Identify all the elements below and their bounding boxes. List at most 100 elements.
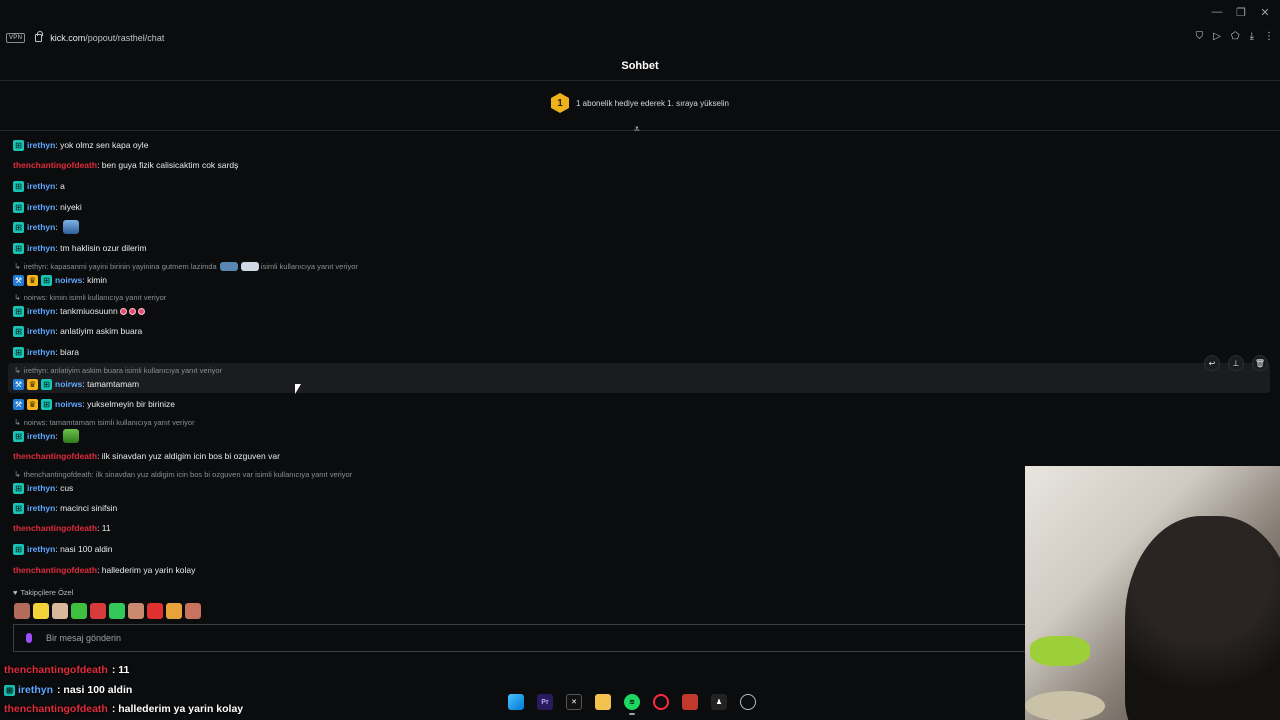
chat-message[interactable]: ⊞ irethyn: xyxy=(13,220,80,234)
username[interactable]: irethyn xyxy=(27,326,55,336)
app-icon[interactable]: ♟ xyxy=(711,694,727,710)
sub-badge-icon: ⊞ xyxy=(13,346,24,358)
reply-context[interactable]: ↳ noirws: tamamtamam isimli kullanıcıya … xyxy=(14,418,195,427)
username[interactable]: noirws xyxy=(55,275,82,285)
username[interactable]: irethyn xyxy=(27,181,55,191)
message-input[interactable] xyxy=(46,633,946,643)
chat-message[interactable]: ⚒ ♛ ⊞ noirws: yukselmeyin bir birinize xyxy=(13,397,175,411)
username[interactable]: irethyn xyxy=(27,431,55,441)
message-text: anlatiyim askim buara xyxy=(60,326,143,336)
reply-context[interactable]: ↳ irethyn: kapasanmi yayini birinin yayi… xyxy=(14,262,358,271)
username[interactable]: irethyn xyxy=(27,202,55,212)
close-icon[interactable]: ✕ xyxy=(1258,6,1272,19)
delete-icon[interactable]: 🗑 xyxy=(1252,355,1268,371)
username[interactable]: noirws xyxy=(55,399,82,409)
username[interactable]: thenchantingofdeath xyxy=(13,565,97,575)
chat-message[interactable]: ⊞ irethyn: tm haklisin ozur dilerim xyxy=(13,241,147,255)
sub-badge-icon: ⊞ xyxy=(41,378,52,390)
username[interactable]: noirws xyxy=(55,379,82,389)
reply-context[interactable]: ↳ noirws: kimin isimli kullanıcıya yanıt… xyxy=(14,293,166,302)
username[interactable]: irethyn xyxy=(27,222,55,232)
chat-message[interactable]: ⊞ irethyn: xyxy=(13,429,80,443)
chat-message[interactable]: ⚒ ♛ ⊞ noirws: tamamtamam xyxy=(13,377,139,391)
emote-icon[interactable] xyxy=(109,603,125,619)
extensions-icon[interactable]: ⬠ xyxy=(1231,31,1240,42)
emote-icon[interactable] xyxy=(128,603,144,619)
emote-icon[interactable] xyxy=(147,603,163,619)
premiere-icon[interactable]: Pr xyxy=(537,694,553,710)
emote-icon[interactable] xyxy=(14,603,30,619)
message-text: niyeki xyxy=(60,202,82,212)
chat-message[interactable]: thenchantingofdeath: ben guya fizik cali… xyxy=(13,158,238,172)
emote-icon[interactable] xyxy=(90,603,106,619)
microphone-icon[interactable] xyxy=(26,633,32,643)
emote-icon[interactable] xyxy=(166,603,182,619)
sub-gift-banner[interactable]: 1 1 abonelik hediye ederek 1. sıraya yük… xyxy=(0,92,1280,114)
reply-context[interactable]: ↳ thenchantingofdeath: ilk sinavdan yuz … xyxy=(14,470,352,479)
rank-hex-icon: 1 xyxy=(551,93,569,113)
chat-message[interactable]: ⚒ ♛ ⊞ noirws: kimin xyxy=(13,273,107,287)
pickaxe-badge-icon: ⚒ xyxy=(13,398,24,410)
username[interactable]: irethyn xyxy=(27,503,55,513)
menu-icon[interactable]: ⋮ xyxy=(1264,31,1274,42)
username[interactable]: irethyn xyxy=(27,306,55,316)
chat-message[interactable]: ⊞ irethyn: niyeki xyxy=(13,200,82,214)
emote-icon[interactable] xyxy=(63,220,80,234)
chat-input-box[interactable] xyxy=(13,624,1025,652)
username[interactable]: thenchantingofdeath xyxy=(13,451,97,461)
emote-icon[interactable] xyxy=(52,603,68,619)
message-text: biara xyxy=(60,347,79,357)
username[interactable]: irethyn xyxy=(27,483,55,493)
overlay-message: thenchantingofdeath: 11 xyxy=(4,664,130,676)
vpn-badge[interactable]: VPN xyxy=(6,33,26,43)
username[interactable]: thenchantingofdeath xyxy=(13,523,97,533)
restore-icon[interactable]: ❐ xyxy=(1234,6,1248,19)
mouse-cursor-icon xyxy=(295,384,301,394)
chat-message[interactable]: ⊞ irethyn: biara xyxy=(13,345,79,359)
download-icon[interactable]: ⤓ xyxy=(1250,31,1254,42)
sub-badge-icon: ⊞ xyxy=(13,325,24,337)
emote-icon[interactable] xyxy=(33,603,49,619)
pin-icon[interactable]: ⊥ xyxy=(1228,355,1244,371)
obs-icon[interactable] xyxy=(740,694,756,710)
reply-context[interactable]: ↳ irethyn: anlatiyim askim buara isimli … xyxy=(14,366,222,375)
chat-message[interactable]: ⊞ irethyn: a xyxy=(13,179,65,193)
url-text[interactable]: kick.com/popout/rasthel/chat xyxy=(50,33,164,43)
emote-icon[interactable] xyxy=(63,429,80,443)
chat-message[interactable]: ⊞ irethyn: cus xyxy=(13,481,73,495)
opera-icon[interactable] xyxy=(653,694,669,710)
message-text: kimin xyxy=(87,275,107,285)
username[interactable]: thenchantingofdeath xyxy=(13,160,97,170)
app-icon[interactable] xyxy=(682,694,698,710)
username[interactable]: irethyn xyxy=(27,544,55,554)
capcut-icon[interactable]: ✕ xyxy=(566,694,582,710)
chat-message[interactable]: thenchantingofdeath: ilk sinavdan yuz al… xyxy=(13,449,280,463)
chat-message[interactable]: ⊞ irethyn: tankmiuosuunn xyxy=(13,304,145,318)
shield-icon[interactable]: ⛉ xyxy=(1196,31,1204,42)
chat-message[interactable]: thenchantingofdeath: hallederim ya yarin… xyxy=(13,563,195,577)
address-bar[interactable]: VPN kick.com/popout/rasthel/chat ⛉ ▷ ⬠ ⤓… xyxy=(0,28,1280,48)
reply-icon[interactable]: ↩ xyxy=(1204,355,1220,371)
chat-message[interactable]: ⊞ irethyn: nasi 100 aldin xyxy=(13,542,113,556)
emote-icon[interactable] xyxy=(185,603,201,619)
emote-icon xyxy=(240,262,259,271)
chat-message[interactable]: ⊞ irethyn: yok olmz sen kapa oyle xyxy=(13,138,148,152)
username[interactable]: irethyn xyxy=(27,140,55,150)
spotify-icon[interactable]: ≋ xyxy=(624,694,640,715)
chat-message[interactable]: ⊞ irethyn: macinci sinifsin xyxy=(13,501,117,515)
send-icon[interactable]: ▷ xyxy=(1213,31,1221,42)
sub-badge-icon: ⊞ xyxy=(13,430,24,442)
sub-badge-icon: ⊞ xyxy=(41,398,52,410)
minimize-icon[interactable]: — xyxy=(1210,6,1224,19)
chat-message[interactable]: thenchantingofdeath: 11 xyxy=(13,521,111,535)
folder-icon[interactable] xyxy=(595,694,611,710)
sub-badge-icon: ⊞ xyxy=(13,242,24,254)
scroll-down-icon[interactable]: ⩡ xyxy=(634,125,640,135)
lock-icon[interactable] xyxy=(35,31,43,42)
emote-icon[interactable] xyxy=(71,603,87,619)
username[interactable]: irethyn xyxy=(27,347,55,357)
windows-start-icon[interactable] xyxy=(508,694,524,710)
divider xyxy=(0,130,1280,131)
username[interactable]: irethyn xyxy=(27,243,55,253)
chat-message[interactable]: ⊞ irethyn: anlatiyim askim buara xyxy=(13,324,142,338)
